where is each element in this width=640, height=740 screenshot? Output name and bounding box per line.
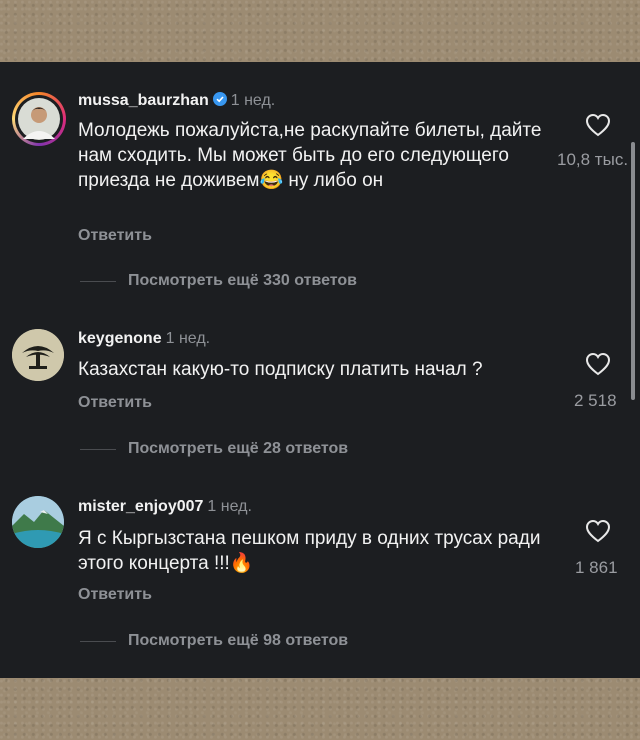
divider-line xyxy=(80,280,116,282)
comment-text: Молодежь пожалуйста,не раскупайте билеты… xyxy=(78,120,542,191)
heart-icon[interactable] xyxy=(585,113,611,137)
heart-icon[interactable] xyxy=(585,519,611,543)
man-portrait-avatar-icon xyxy=(15,95,63,143)
reply-button[interactable]: Ответить xyxy=(78,394,152,412)
username[interactable]: mister_enjoy007 xyxy=(78,498,203,515)
divider-line xyxy=(80,640,116,642)
comment-text: Я с Кыргызстана пешком приду в одних тру… xyxy=(78,528,541,574)
divider-line xyxy=(80,448,116,450)
comment-time: 1 нед. xyxy=(230,92,276,109)
tree-logo-avatar-icon xyxy=(12,329,64,381)
landscape-avatar-icon xyxy=(12,496,64,548)
avatar[interactable] xyxy=(12,92,66,146)
comment-header: mussa_baurzhan 1 нед. xyxy=(78,92,275,110)
view-replies-label: Посмотреть ещё 28 ответов xyxy=(128,440,349,457)
reply-button[interactable]: Ответить xyxy=(78,227,152,245)
view-replies-label: Посмотреть ещё 98 ответов xyxy=(128,632,349,649)
like-count: 2 518 xyxy=(574,391,617,410)
avatar[interactable] xyxy=(12,496,64,548)
comment-time: 1 нед. xyxy=(207,498,252,515)
like-count: 10,8 тыс. xyxy=(557,150,629,169)
like-count: 1 861 xyxy=(575,558,618,577)
verified-badge-icon xyxy=(212,92,227,106)
view-replies-label: Посмотреть ещё 330 ответов xyxy=(128,272,358,289)
scrollbar[interactable] xyxy=(631,142,635,400)
view-replies-button[interactable]: Посмотреть ещё 98 ответов xyxy=(80,632,348,650)
view-replies-button[interactable]: Посмотреть ещё 28 ответов xyxy=(80,440,348,458)
heart-icon[interactable] xyxy=(585,352,611,376)
avatar[interactable] xyxy=(12,329,64,381)
comment-header: mister_enjoy007 1 нед. xyxy=(78,498,252,516)
view-replies-button[interactable]: Посмотреть ещё 330 ответов xyxy=(80,272,357,290)
reply-button[interactable]: Ответить xyxy=(78,586,152,604)
comments-panel: mussa_baurzhan 1 нед. Молодежь пожалуйста… xyxy=(0,62,640,678)
username[interactable]: mussa_baurzhan xyxy=(78,92,209,109)
comment-text: Казахстан какую-то подписку платить нача… xyxy=(78,359,483,380)
comment-header: keygenone 1 нед. xyxy=(78,330,210,348)
username[interactable]: keygenone xyxy=(78,330,162,347)
comment-time: 1 нед. xyxy=(165,330,211,347)
